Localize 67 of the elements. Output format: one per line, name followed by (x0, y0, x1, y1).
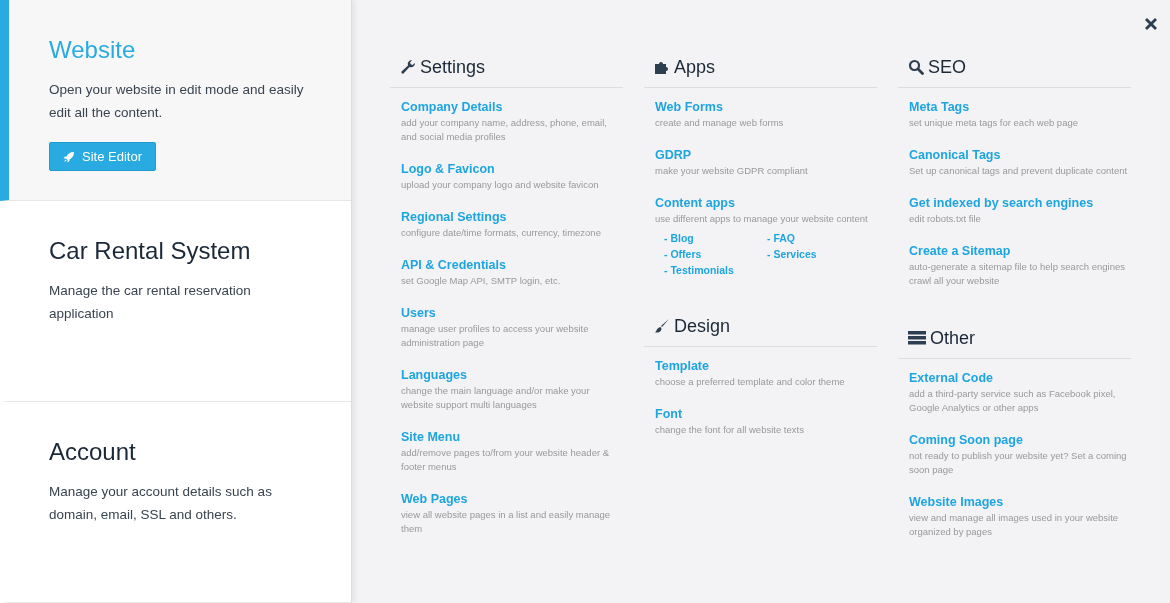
sidebar-item[interactable]: Car Rental System Manage the car rental reservation application (0, 201, 351, 402)
menu-link[interactable]: Company Details (401, 99, 623, 116)
menu-link[interactable]: Web Pages (401, 491, 623, 508)
link-description: change the main language and/or make your website support multi languages (401, 384, 591, 412)
sidebar-item[interactable]: Account Manage your account details such as domain, email, SSL and others. (0, 402, 351, 603)
link-description: add/remove pages to/from your website header & footer menus (401, 446, 611, 474)
group-heading: Design (674, 315, 731, 337)
section-description: Open your website in edit mode and easily edit all the content. (49, 81, 305, 122)
menu-link[interactable]: Web Forms (655, 99, 877, 116)
search-icon (908, 59, 924, 75)
link-description: view and manage all images used in your website organized by pages (909, 511, 1120, 539)
menu-link[interactable]: Site Menu (401, 429, 623, 446)
menu-link[interactable]: Canonical Tags (909, 147, 1131, 164)
menu-link[interactable]: Users (401, 305, 623, 322)
menu-link[interactable]: Website Images (909, 494, 1131, 511)
link-description: set unique meta tags for each web page (909, 116, 1079, 130)
link-description: not ready to publish your website yet? Set a coming soon page (909, 449, 1128, 477)
sub-link[interactable]: - Offers (664, 248, 767, 260)
menu-link[interactable]: Coming Soon page (909, 432, 1131, 449)
menu-link[interactable]: Content apps (655, 195, 877, 212)
link-description: add your company name, address, phone, email, and social media profiles (401, 116, 608, 144)
link-description: create and manage web forms (655, 116, 785, 130)
wrench-icon (400, 59, 416, 75)
menu-link[interactable]: Get indexed by search engines (909, 195, 1131, 212)
menu-link[interactable]: Languages (401, 367, 623, 384)
link-description: Set up canonical tags and prevent duplicate content (909, 164, 1129, 178)
puzzle-icon (654, 59, 670, 75)
link-description: manage user profiles to access your website administration page (401, 322, 590, 350)
link-description: configure date/time formats, currency, timezone (401, 226, 602, 240)
menu-link[interactable]: Regional Settings (401, 209, 623, 226)
link-description: use different apps to manage your website content (655, 212, 869, 226)
rocket-icon (63, 150, 75, 163)
section-title: Car Rental System (49, 237, 252, 265)
sub-link[interactable]: - Testimonials (664, 264, 767, 276)
menu-link[interactable]: GDRP (655, 147, 877, 164)
link-description: change the font for all website texts (655, 423, 805, 437)
menu-link[interactable]: Create a Sitemap (909, 243, 1131, 260)
group-heading: Apps (674, 56, 716, 78)
sub-link[interactable]: - Services (767, 248, 867, 260)
menu-link[interactable]: Logo & Favicon (401, 161, 623, 178)
section-title: Account (49, 438, 137, 466)
section-description: Manage your account details such as domain, email, SSL and others. (49, 483, 273, 524)
link-description: view all website pages in a list and easily manage them (401, 508, 612, 536)
menu-link[interactable]: Meta Tags (909, 99, 1131, 116)
link-description: upload your company logo and website favicon (401, 178, 600, 192)
link-description: add a third-party service such as Facebook pixel, Google Analytics or other apps (909, 387, 1117, 415)
group-heading: Settings (420, 56, 486, 78)
link-description: choose a preferred template and color theme (655, 375, 846, 389)
close-icon[interactable] (1143, 16, 1159, 32)
paintbrush-icon (654, 318, 670, 334)
site-editor-button[interactable]: Site Editor (49, 142, 156, 171)
menu-link[interactable]: Font (655, 406, 877, 423)
server-icon (908, 331, 926, 345)
sub-link[interactable]: - Blog (664, 232, 767, 244)
link-description: edit robots.txt file (909, 212, 982, 226)
menu-link[interactable]: API & Credentials (401, 257, 623, 274)
sidebar-item[interactable]: Website Open your website in edit mode and easily edit all the content. Site Editor (0, 0, 351, 201)
link-description: auto-generate a sitemap file to help search engines crawl all your website (909, 260, 1126, 288)
link-description: set Google Map API, SMTP login, etc. (401, 274, 562, 288)
group-heading: Other (930, 327, 976, 349)
menu-link[interactable]: External Code (909, 370, 1131, 387)
link-description: make your website GDPR compliant (655, 164, 809, 178)
sub-link[interactable]: - FAQ (767, 232, 867, 244)
group-heading: SEO (928, 56, 966, 78)
section-description: Manage the car rental reservation application (49, 282, 252, 323)
menu-link[interactable]: Template (655, 358, 877, 375)
section-title: Website (49, 36, 137, 64)
